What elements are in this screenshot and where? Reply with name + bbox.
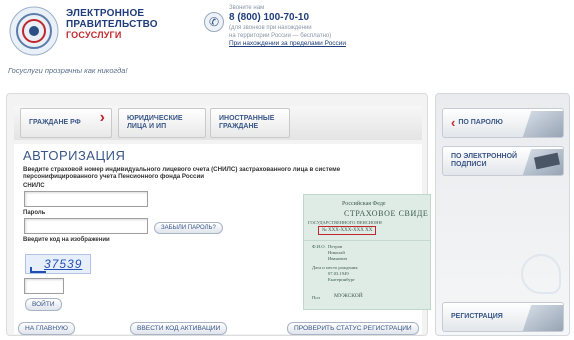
phone-note-1: (для звонков при нахождении: [229, 25, 312, 31]
captcha-image: 37539: [25, 254, 91, 274]
tab-citizens-label: ГРАЖДАНЕ РФ: [29, 119, 81, 126]
snils-title: СТРАХОВОЕ СВИДЕ: [344, 209, 429, 218]
check-registration-status-button[interactable]: ПРОВЕРИТЬ СТАТУС РЕГИСТРАЦИИ: [287, 322, 419, 335]
logo-line-1: ЭЛЕКТРОННОЕ: [66, 8, 145, 19]
snils-sex: МУЖСКОЙ: [334, 293, 363, 299]
activation-code-button[interactable]: ВВЕСТИ КОД АКТИВАЦИИ: [130, 322, 228, 335]
user-type-tabs: ГРАЖДАНЕ РФ › ЮРИДИЧЕСКИЕ ЛИЦА И ИП ИНОС…: [14, 106, 422, 140]
auth-title: АВТОРИЗАЦИЯ: [23, 148, 126, 163]
registration-label: РЕГИСТРАЦИЯ: [451, 313, 503, 320]
phone-note-2: на территории России — бесплатно): [229, 33, 332, 39]
snils-birth-place: Екатеринбург: [328, 277, 355, 282]
login-by-signature-label-2: ПОДПИСИ: [451, 161, 487, 168]
phone-abroad-link[interactable]: При нахождении за пределами России: [229, 40, 346, 48]
password-label: Пароль: [23, 210, 46, 216]
phone-block: Звоните нам 8 (800) 100-70-10 (для звонк…: [229, 4, 346, 48]
snils-number: № XXX-XXX-XXX XX: [318, 226, 377, 235]
login-button[interactable]: ВОЙТИ: [25, 298, 62, 311]
logo-line-3: ГОСУСЛУГИ: [66, 30, 122, 40]
auth-description: Введите страховой номер индивидуального …: [23, 166, 341, 180]
snils-subtitle: ГОСУДАРСТВЕННОГО ПЕНСИОНН: [308, 220, 382, 225]
home-button[interactable]: НА ГЛАВНУЮ: [18, 322, 75, 335]
phone-icon: ✆: [204, 12, 224, 32]
chevron-right-icon: ›: [99, 109, 105, 126]
logo-title[interactable]: ЭЛЕКТРОННОЕ ПРАВИТЕЛЬСТВО ГОСУСЛУГИ: [66, 8, 158, 41]
captcha-input[interactable]: [24, 278, 64, 294]
login-by-signature-label-1: ПО ЭЛЕКТРОННОЙ: [451, 153, 518, 160]
password-input[interactable]: [24, 218, 148, 234]
keyboard-icon: [522, 111, 563, 137]
tab-legal-label-1: ЮРИДИЧЕСКИЕ: [127, 115, 183, 122]
captcha-label: Введите код на изображении: [23, 237, 110, 243]
snils-input[interactable]: [24, 191, 148, 207]
phone-caption: Звоните нам: [229, 5, 265, 11]
captcha-text: 37539: [44, 257, 83, 271]
login-by-password-label: ПО ПАРОЛЮ: [458, 119, 503, 126]
snils-country: Российская Феде: [342, 201, 386, 207]
snils-sex-label: Пол: [312, 295, 320, 300]
forgot-password-button[interactable]: ЗАБЫЛИ ПАРОЛЬ?: [154, 222, 223, 234]
decorative-swirl: [521, 254, 561, 294]
snils-fio-label: Ф.И.О.: [312, 244, 326, 249]
login-by-signature-button[interactable]: ПО ЭЛЕКТРОННОЙ ПОДПИСИ: [442, 146, 564, 176]
tab-citizens[interactable]: ГРАЖДАНЕ РФ ›: [20, 108, 112, 138]
gosuslugi-emblem-icon[interactable]: [8, 5, 60, 57]
phone-number: 8 (800) 100-70-10: [229, 12, 310, 23]
snils-divider: [304, 240, 430, 241]
logo-line-2: ПРАВИТЕЛЬСТВО: [66, 19, 158, 30]
slogan: Госуслуги прозрачны как никогда!: [8, 66, 128, 75]
tab-foreign-label-2: ГРАЖДАНЕ: [219, 123, 259, 130]
tab-legal-label-2: ЛИЦА И ИП: [127, 123, 167, 130]
snils-label: СНИЛС: [23, 183, 45, 189]
login-by-password-button[interactable]: ‹ ПО ПАРОЛЮ: [442, 108, 564, 138]
chevron-left-icon: ‹: [451, 115, 456, 130]
tab-foreign-citizens[interactable]: ИНОСТРАННЫЕ ГРАЖДАНЕ: [210, 108, 290, 138]
tab-legal-entities[interactable]: ЮРИДИЧЕСКИЕ ЛИЦА И ИП: [118, 108, 206, 138]
login-method-sidebar: ‹ ПО ПАРОЛЮ ПО ЭЛЕКТРОННОЙ ПОДПИСИ РЕГИС…: [435, 93, 570, 336]
registration-button[interactable]: РЕГИСТРАЦИЯ: [442, 302, 564, 332]
phone-device-icon: [522, 305, 563, 331]
page-root: ЭЛЕКТРОННОЕ ПРАВИТЕЛЬСТВО ГОСУСЛУГИ Госу…: [0, 0, 574, 340]
snils-patronymic: Иванович: [328, 256, 348, 261]
snils-sample-card: Российская Феде СТРАХОВОЕ СВИДЕ ГОСУДАРС…: [303, 194, 431, 310]
tab-foreign-label-1: ИНОСТРАННЫЕ: [219, 115, 275, 122]
